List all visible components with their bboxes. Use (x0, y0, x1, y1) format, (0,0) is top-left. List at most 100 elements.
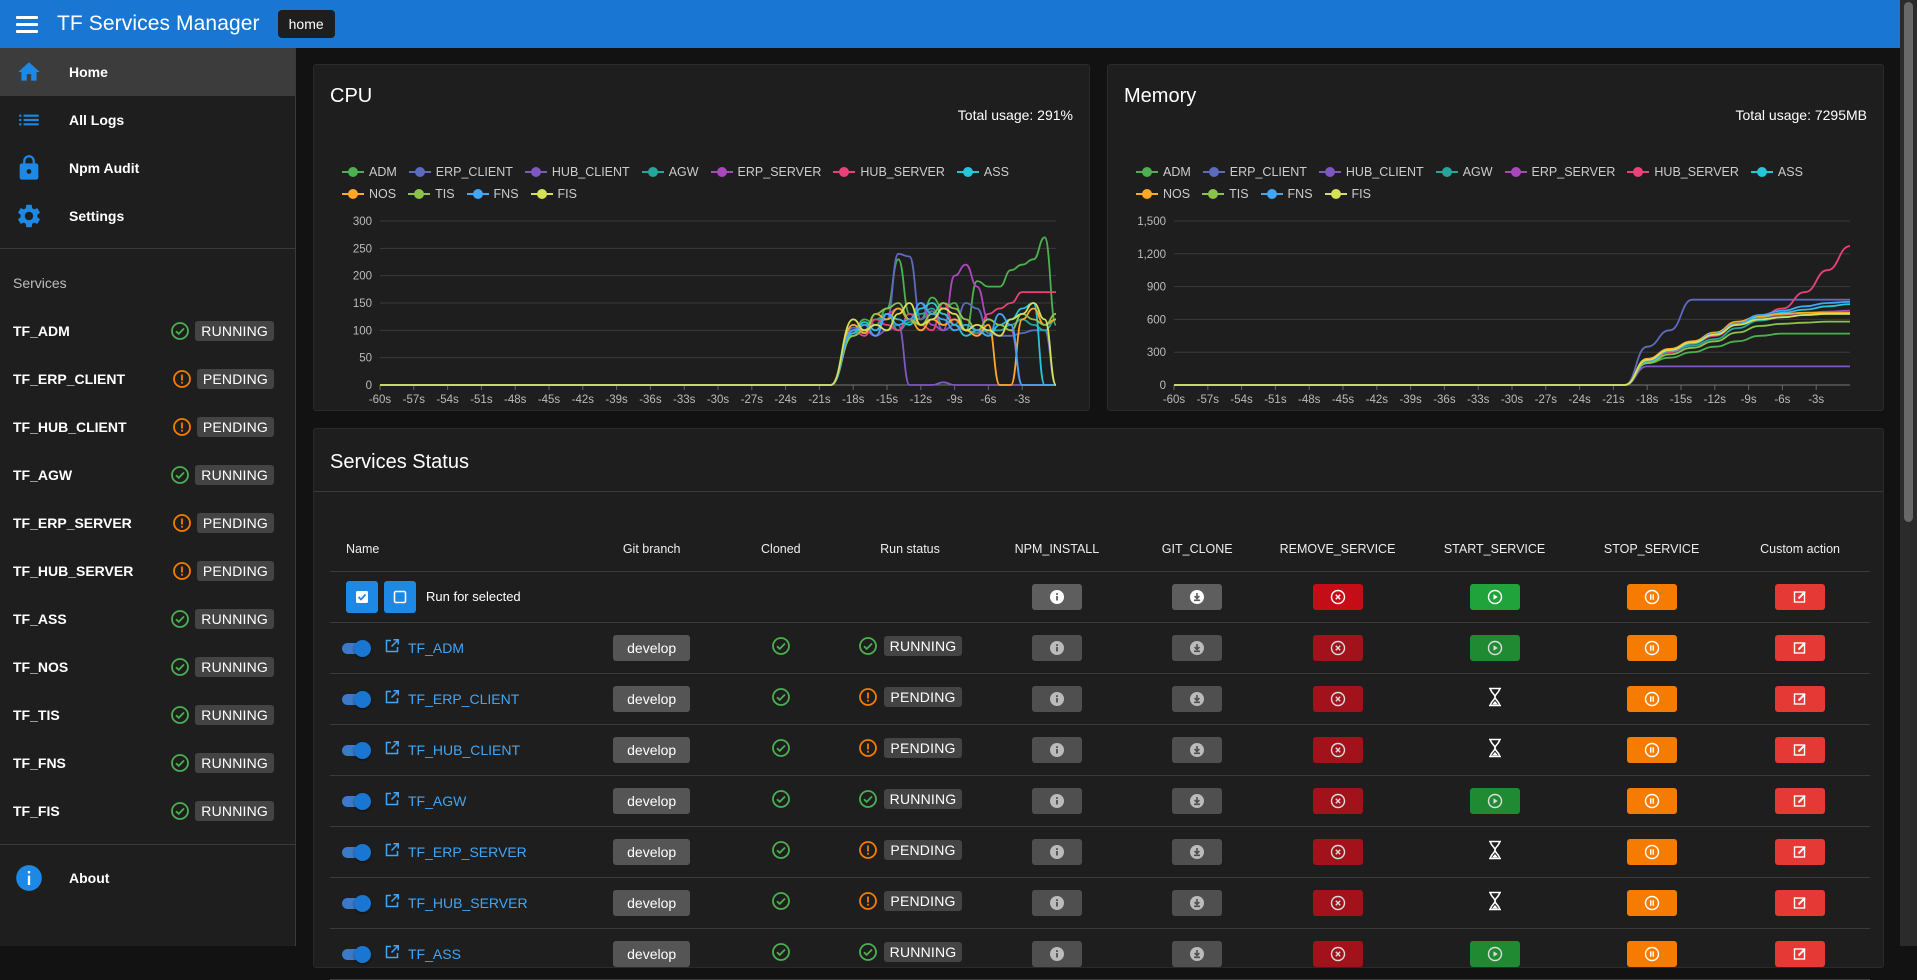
y-tick-label: 250 (353, 243, 372, 255)
open-external-icon[interactable] (384, 944, 400, 963)
service-link[interactable]: TF_AGW (408, 793, 466, 809)
service-link[interactable]: TF_ERP_SERVER (408, 844, 527, 860)
select-all-button[interactable] (346, 580, 378, 613)
service-select-toggle[interactable] (340, 690, 371, 708)
bulk-start-service-button[interactable] (1469, 583, 1520, 610)
service-select-toggle[interactable] (340, 639, 371, 657)
stop-service-button[interactable] (1626, 940, 1677, 967)
nav-npm-audit[interactable]: Npm Audit (0, 144, 295, 192)
scrollbar-thumb[interactable] (1904, 2, 1913, 522)
remove-service-button[interactable] (1312, 787, 1363, 814)
remove-service-button[interactable] (1312, 940, 1363, 967)
x-tick-label: -15s (876, 394, 899, 406)
custom-action-button[interactable] (1775, 889, 1826, 916)
service-select-toggle[interactable] (340, 741, 371, 759)
bulk-stop-service-button[interactable] (1626, 583, 1677, 610)
custom-action-button[interactable] (1775, 685, 1826, 712)
nav-all-logs[interactable]: All Logs (0, 96, 295, 144)
git-clone-button[interactable] (1172, 838, 1223, 865)
deselect-all-button[interactable] (384, 580, 416, 613)
sidebar-service-item[interactable]: TF_AGW RUNNING (0, 451, 295, 499)
npm-install-button[interactable] (1031, 685, 1082, 712)
git-branch-button[interactable]: develop (613, 736, 691, 763)
open-external-icon[interactable] (384, 638, 400, 657)
npm-install-button[interactable] (1031, 889, 1082, 916)
service-link[interactable]: TF_HUB_SERVER (408, 895, 528, 911)
stop-service-button[interactable] (1626, 889, 1677, 916)
sidebar-service-item[interactable]: TF_FNS RUNNING (0, 739, 295, 787)
open-external-icon[interactable] (384, 893, 400, 912)
stop-service-button[interactable] (1626, 736, 1677, 763)
service-link[interactable]: TF_ASS (408, 946, 461, 962)
npm-install-button[interactable] (1031, 838, 1082, 865)
git-clone-button[interactable] (1172, 634, 1223, 661)
sidebar-service-item[interactable]: TF_ERP_SERVER PENDING (0, 499, 295, 547)
sidebar-service-item[interactable]: TF_ADM RUNNING (0, 307, 295, 355)
git-branch-button[interactable]: develop (613, 889, 691, 916)
play-icon (1487, 946, 1502, 961)
service-select-toggle[interactable] (340, 894, 371, 912)
custom-action-button[interactable] (1775, 736, 1826, 763)
git-branch-button[interactable]: develop (613, 838, 691, 865)
bulk-git-clone-button[interactable] (1172, 583, 1223, 610)
custom-action-button[interactable] (1775, 940, 1826, 967)
git-clone-button[interactable] (1172, 736, 1223, 763)
nav-about[interactable]: About (0, 854, 295, 902)
stop-service-button[interactable] (1626, 787, 1677, 814)
nav-settings[interactable]: Settings (0, 192, 295, 240)
open-external-icon[interactable] (384, 689, 400, 708)
bulk-npm-install-button[interactable] (1031, 583, 1082, 610)
breadcrumb[interactable]: home (277, 10, 335, 38)
bulk-custom-action-button[interactable] (1775, 583, 1826, 610)
sidebar-service-item[interactable]: TF_ERP_CLIENT PENDING (0, 355, 295, 403)
npm-install-button[interactable] (1031, 787, 1082, 814)
git-branch-button[interactable]: develop (613, 787, 691, 814)
git-clone-button[interactable] (1172, 940, 1223, 967)
start-service-button[interactable] (1469, 634, 1520, 661)
service-select-toggle[interactable] (340, 945, 371, 963)
sidebar-service-item[interactable]: TF_NOS RUNNING (0, 643, 295, 691)
npm-install-button[interactable] (1031, 940, 1082, 967)
git-branch-button[interactable]: develop (613, 634, 691, 661)
sidebar-service-item[interactable]: TF_HUB_CLIENT PENDING (0, 403, 295, 451)
npm-install-button[interactable] (1031, 736, 1082, 763)
open-external-icon[interactable] (384, 842, 400, 861)
git-clone-button[interactable] (1172, 685, 1223, 712)
stop-service-button[interactable] (1626, 634, 1677, 661)
git-clone-button[interactable] (1172, 889, 1223, 916)
check-circle-icon (858, 943, 877, 961)
start-service-button[interactable] (1469, 940, 1520, 967)
series-line-hub-client (1174, 365, 1850, 386)
stop-service-button[interactable] (1626, 838, 1677, 865)
remove-service-button[interactable] (1312, 889, 1363, 916)
service-link[interactable]: TF_HUB_CLIENT (408, 742, 520, 758)
service-select-toggle[interactable] (340, 792, 371, 810)
stop-service-button[interactable] (1626, 685, 1677, 712)
open-external-icon[interactable] (384, 740, 400, 759)
service-select-toggle[interactable] (340, 843, 371, 861)
remove-service-button[interactable] (1312, 685, 1363, 712)
bulk-remove-service-button[interactable] (1312, 583, 1363, 610)
custom-action-button[interactable] (1775, 838, 1826, 865)
sidebar-service-item[interactable]: TF_ASS RUNNING (0, 595, 295, 643)
custom-action-button[interactable] (1775, 787, 1826, 814)
custom-action-button[interactable] (1775, 634, 1826, 661)
nav-home[interactable]: Home (0, 48, 295, 96)
service-link[interactable]: TF_ERP_CLIENT (408, 691, 519, 707)
git-branch-button[interactable]: develop (613, 685, 691, 712)
sidebar-service-item[interactable]: TF_HUB_SERVER PENDING (0, 547, 295, 595)
page-scrollbar[interactable] (1900, 0, 1917, 946)
sidebar-service-item[interactable]: TF_TIS RUNNING (0, 691, 295, 739)
remove-service-button[interactable] (1312, 838, 1363, 865)
start-service-button[interactable] (1469, 787, 1520, 814)
table-row: TF_HUB_SERVER develop PENDING (330, 877, 1870, 929)
git-branch-button[interactable]: develop (613, 940, 691, 967)
menu-icon[interactable] (16, 15, 38, 33)
remove-service-button[interactable] (1312, 634, 1363, 661)
open-external-icon[interactable] (384, 791, 400, 810)
git-clone-button[interactable] (1172, 787, 1223, 814)
remove-service-button[interactable] (1312, 736, 1363, 763)
service-link[interactable]: TF_ADM (408, 640, 464, 656)
sidebar-service-item[interactable]: TF_FIS RUNNING (0, 787, 295, 835)
npm-install-button[interactable] (1031, 634, 1082, 661)
